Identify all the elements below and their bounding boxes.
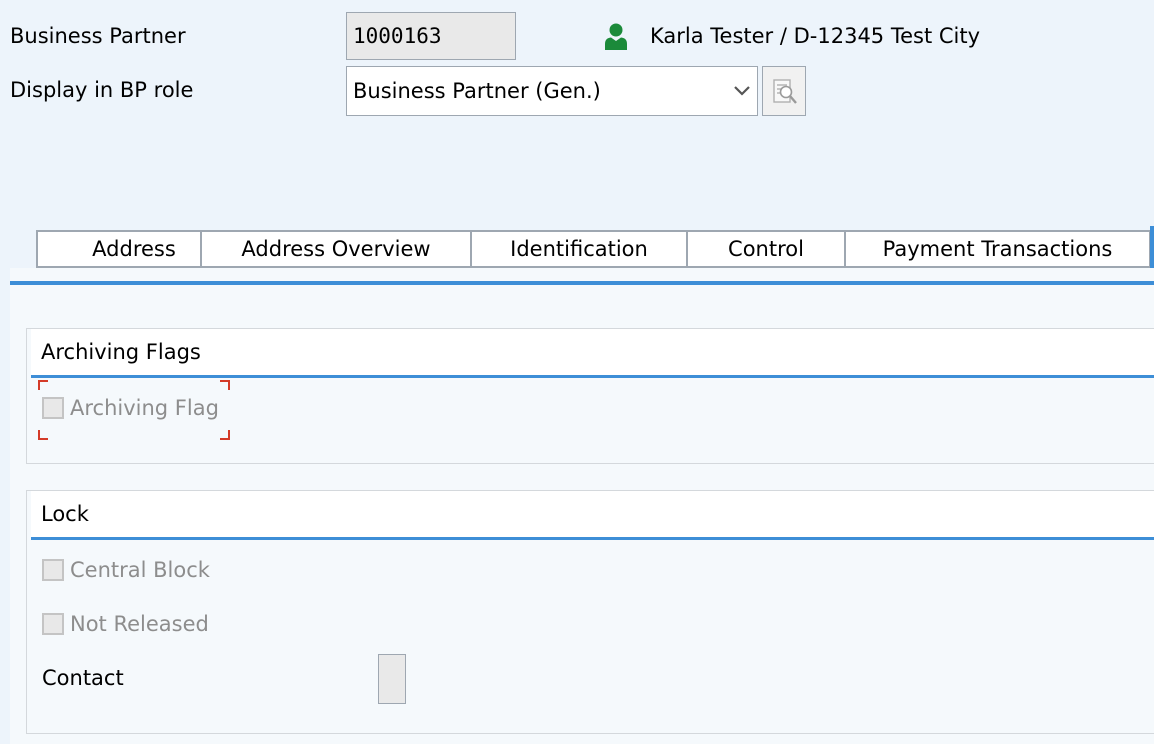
contact-field[interactable] xyxy=(378,654,406,704)
tab-strip-edge xyxy=(1150,226,1154,268)
focus-corner-top-right xyxy=(220,380,230,390)
business-partner-description: Karla Tester / D-12345 Test City xyxy=(650,24,981,48)
focus-corner-top-left xyxy=(38,380,48,390)
business-partner-number-field[interactable]: 1000163 xyxy=(346,12,516,60)
tab-content-divider xyxy=(10,281,1154,285)
tab-payment-transactions-label: Payment Transactions xyxy=(882,237,1113,261)
not-released-checkbox[interactable] xyxy=(42,613,64,635)
display-in-bp-role-label: Display in BP role xyxy=(10,78,194,102)
lock-title: Lock xyxy=(41,502,89,526)
archiving-flags-header: Archiving Flags xyxy=(31,329,1154,378)
person-icon xyxy=(604,22,628,50)
focus-corner-bottom-right xyxy=(220,430,230,440)
archiving-flag-label: Archiving Flag xyxy=(70,396,219,420)
lock-header: Lock xyxy=(31,491,1154,540)
tab-payment-transactions[interactable]: Payment Transactions xyxy=(845,230,1150,268)
archiving-flags-title: Archiving Flags xyxy=(41,340,201,364)
archiving-flag-checkbox[interactable] xyxy=(42,397,64,419)
not-released-label: Not Released xyxy=(70,612,209,636)
chevron-down-icon[interactable] xyxy=(733,81,751,99)
tab-identification[interactable]: Identification xyxy=(471,230,687,268)
tab-control-label: Control xyxy=(728,237,804,261)
tab-address-overview-label: Address Overview xyxy=(241,237,431,261)
business-partner-label: Business Partner xyxy=(10,24,186,48)
display-role-icon xyxy=(773,79,797,104)
central-block-checkbox[interactable] xyxy=(42,559,64,581)
bp-role-dropdown[interactable]: Business Partner (Gen.) xyxy=(346,66,758,116)
tab-strip: Address Address Overview Identification … xyxy=(36,230,1154,268)
central-block-label: Central Block xyxy=(70,558,210,582)
tab-address-label: Address xyxy=(92,237,176,261)
contact-label: Contact xyxy=(42,666,124,690)
tab-address[interactable]: Address xyxy=(36,230,201,268)
tab-address-overview[interactable]: Address Overview xyxy=(201,230,471,268)
bp-role-value: Business Partner (Gen.) xyxy=(353,79,601,103)
tab-control[interactable]: Control xyxy=(687,230,845,268)
display-role-button[interactable] xyxy=(762,66,806,116)
tab-identification-label: Identification xyxy=(510,237,648,261)
focus-corner-bottom-left xyxy=(38,430,48,440)
